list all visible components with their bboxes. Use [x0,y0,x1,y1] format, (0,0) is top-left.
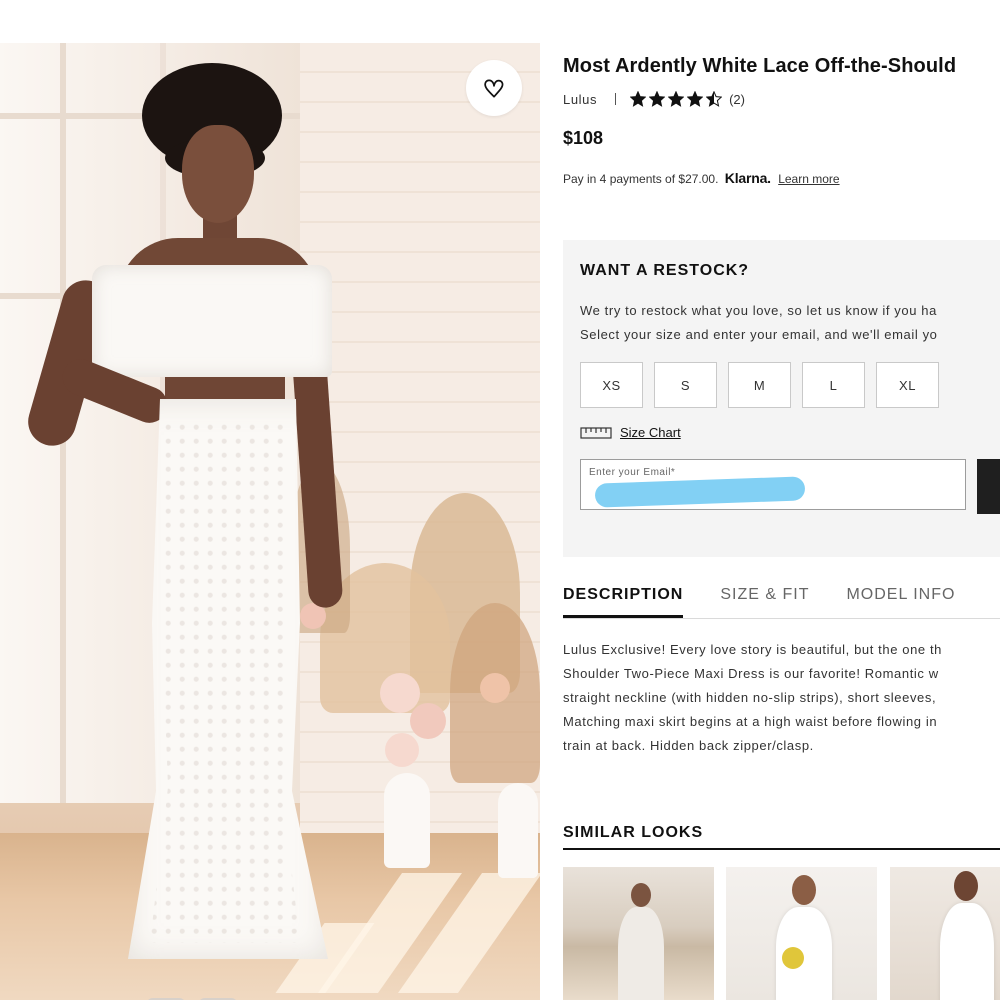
product-tabs: DESCRIPTION SIZE & FIT MODEL INFO [563,586,992,618]
product-info-panel: Most Ardently White Lace Off-the-Should … [563,0,1000,1000]
similar-looks-divider [563,848,1000,850]
klarna-logo: Klarna. [724,170,771,186]
restock-text-line: Select your size and enter your email, a… [580,327,938,342]
restock-title: WANT A RESTOCK? [580,262,750,279]
description-line: straight neckline (with hidden no-slip s… [563,690,937,705]
size-chart-link[interactable]: Size Chart [580,425,681,440]
size-button-s[interactable]: S [654,362,717,408]
size-button-xl[interactable]: XL [876,362,939,408]
size-button-l[interactable]: L [802,362,865,408]
tab-description[interactable]: DESCRIPTION [563,586,684,618]
similar-look-thumbnail[interactable] [563,867,714,1000]
email-field-label: Enter your Email* [589,467,676,478]
size-selector: XS S M L XL [580,362,939,408]
tab-model-info[interactable]: MODEL INFO [846,586,955,618]
restock-panel: WANT A RESTOCK? We try to restock what y… [563,240,1000,557]
meta-divider [615,93,617,105]
wishlist-button[interactable] [466,60,522,116]
restock-text-line: We try to restock what you love, so let … [580,303,937,318]
star-icon [668,91,685,107]
description-line: train at back. Hidden back zipper/clasp. [563,738,814,753]
payment-text: Pay in 4 payments of $27.00. [563,172,719,186]
learn-more-link[interactable]: Learn more [778,172,839,186]
star-icon [706,91,723,107]
similar-look-thumbnail[interactable] [890,867,1000,1000]
size-button-m[interactable]: M [728,362,791,408]
product-price: $108 [563,128,604,148]
heart-icon [484,79,504,98]
product-meta: Lulus (2) [563,89,745,109]
description-line: Lulus Exclusive! Every love story is bea… [563,642,942,657]
size-button-xs[interactable]: XS [580,362,643,408]
star-icon [630,91,647,107]
description-line: Matching maxi skirt begins at a high wai… [563,714,938,729]
similar-looks-title: SIMILAR LOOKS [563,824,704,841]
tab-size-fit[interactable]: SIZE & FIT [720,586,809,618]
tabs-divider [563,618,1000,619]
description-line: Shoulder Two-Piece Maxi Dress is our fav… [563,666,939,681]
ruler-icon [580,426,612,439]
star-icon [687,91,704,107]
product-main-image[interactable] [0,43,540,1000]
similar-look-thumbnail[interactable] [726,867,877,1000]
rating-stars[interactable] [630,91,723,107]
product-title: Most Ardently White Lace Off-the-Should [563,55,957,77]
restock-text: We try to restock what you love, so let … [580,299,938,347]
redacted-email-value [594,476,806,508]
review-count[interactable]: (2) [729,92,745,107]
email-field[interactable]: Enter your Email* [580,459,966,510]
restock-submit-button[interactable] [977,459,1000,514]
product-description: Lulus Exclusive! Every love story is bea… [563,638,1000,758]
size-chart-label: Size Chart [620,425,681,440]
star-icon [649,91,666,107]
brand-link[interactable]: Lulus [563,92,597,107]
klarna-payment-info: Pay in 4 payments of $27.00. Klarna. Lea… [563,170,840,186]
